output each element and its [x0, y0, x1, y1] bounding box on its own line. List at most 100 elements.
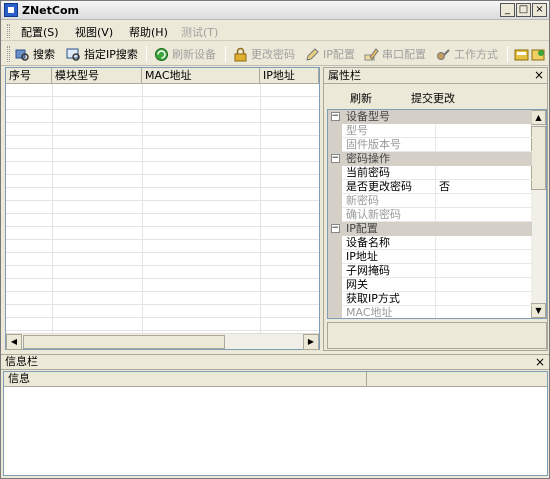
property-vertical-scrollbar[interactable]: ▲ ▼ — [531, 110, 546, 318]
property-value[interactable] — [436, 124, 532, 138]
property-value[interactable] — [436, 264, 532, 278]
property-value[interactable] — [436, 250, 532, 264]
save-button[interactable] — [514, 46, 529, 62]
serial-config-button[interactable]: 串口配置 — [364, 46, 426, 62]
menu-config[interactable]: 配置(S) — [21, 24, 59, 40]
property-name: IP地址 — [342, 250, 436, 264]
horizontal-scrollbar[interactable]: ◀ ▶ — [6, 333, 319, 350]
info-list[interactable]: 信息 — [3, 371, 548, 476]
column-header-info[interactable]: 信息 — [4, 372, 367, 387]
property-row[interactable]: 确认新密码 — [328, 208, 532, 222]
collapse-icon[interactable]: − — [328, 152, 342, 166]
menu-grip[interactable] — [7, 24, 10, 38]
minimize-button[interactable]: _ — [500, 3, 515, 17]
property-row[interactable]: 型号 — [328, 124, 532, 138]
property-grid[interactable]: ▲ ▼ − 设备型号 型号 固件版本号 − 密码操作 当前密码 是否更改密码否新密码 确认新密码… — [327, 109, 547, 319]
collapse-icon[interactable]: − — [328, 222, 342, 236]
maximize-button[interactable]: □ — [516, 3, 531, 17]
close-button[interactable]: × — [532, 3, 547, 17]
scroll-left-button[interactable]: ◀ — [6, 334, 22, 350]
ip-config-button[interactable]: IP配置 — [305, 46, 355, 62]
export-icon — [531, 47, 546, 62]
property-row[interactable]: 当前密码 — [328, 166, 532, 180]
ip-config-label: IP配置 — [323, 48, 355, 61]
change-password-button[interactable]: 更改密码 — [233, 46, 295, 62]
refresh-device-label: 刷新设备 — [172, 48, 216, 61]
column-header-ip[interactable]: IP地址 — [260, 68, 319, 84]
scroll-down-button[interactable]: ▼ — [531, 303, 546, 318]
property-name: 当前密码 — [342, 166, 436, 180]
property-name: 设备名称 — [342, 236, 436, 250]
property-row[interactable]: 子网掩码 — [328, 264, 532, 278]
window-title: ZNetCom — [22, 4, 79, 17]
device-list[interactable]: 序号 模块型号 MAC地址 IP地址 ◀ ▶ — [5, 67, 320, 350]
app-icon — [4, 3, 18, 17]
info-list-header: 信息 — [4, 372, 547, 387]
property-category[interactable]: − 设备型号 — [328, 110, 532, 124]
property-name: 网关 — [342, 278, 436, 292]
app-window: ZNetCom _ □ × 配置(S) 视图(V) 帮助(H) 测试(T) 搜索… — [0, 0, 550, 479]
submit-changes-button[interactable]: 提交更改 — [411, 90, 455, 106]
menu-view[interactable]: 视图(V) — [75, 24, 113, 40]
column-header-model[interactable]: 模块型号 — [52, 68, 142, 84]
work-mode-label: 工作方式 — [454, 48, 498, 61]
search-button[interactable]: 搜索 — [15, 46, 55, 62]
column-header-extra[interactable] — [367, 372, 547, 387]
refresh-device-button[interactable]: 刷新设备 — [154, 46, 216, 62]
property-gutter — [328, 250, 342, 264]
property-gutter — [328, 278, 342, 292]
toolbar-separator — [507, 46, 508, 62]
device-list-header: 序号 模块型号 MAC地址 IP地址 — [6, 68, 319, 84]
property-row[interactable]: IP地址 — [328, 250, 532, 264]
property-row[interactable]: 网关 — [328, 278, 532, 292]
property-name: 获取IP方式 — [342, 292, 436, 306]
info-close-icon[interactable]: × — [535, 355, 545, 370]
refresh-button[interactable]: 刷新 — [350, 90, 372, 106]
property-row[interactable]: 获取IP方式 — [328, 292, 532, 306]
property-value[interactable]: 否 — [436, 180, 532, 194]
property-row[interactable]: 设备名称 — [328, 236, 532, 250]
property-gutter — [328, 236, 342, 250]
property-category[interactable]: − IP配置 — [328, 222, 532, 236]
property-value[interactable] — [436, 292, 532, 306]
property-gutter — [328, 138, 342, 152]
property-value[interactable] — [436, 138, 532, 152]
scroll-thumb[interactable] — [531, 126, 546, 190]
properties-close-icon[interactable]: × — [534, 68, 544, 83]
change-password-label: 更改密码 — [251, 48, 295, 61]
property-row[interactable]: 固件版本号 — [328, 138, 532, 152]
property-row[interactable]: MAC地址 — [328, 306, 532, 318]
property-gutter — [328, 124, 342, 138]
property-name: 设备型号 — [346, 110, 390, 123]
property-value[interactable] — [436, 208, 532, 222]
property-name: 固件版本号 — [342, 138, 436, 152]
property-row[interactable]: 新密码 — [328, 194, 532, 208]
property-value[interactable] — [436, 166, 532, 180]
scroll-right-button[interactable]: ▶ — [303, 334, 319, 350]
menu-help[interactable]: 帮助(H) — [129, 24, 168, 40]
property-value[interactable] — [436, 278, 532, 292]
property-row[interactable]: 是否更改密码否 — [328, 180, 532, 194]
title-bar[interactable]: ZNetCom _ □ × — [1, 1, 549, 20]
property-category[interactable]: − 密码操作 — [328, 152, 532, 166]
property-name: IP配置 — [346, 222, 378, 235]
menu-test[interactable]: 测试(T) — [181, 24, 218, 40]
toolbar-grip[interactable] — [7, 46, 10, 62]
export-button[interactable] — [531, 46, 546, 62]
menu-bar: 配置(S) 视图(V) 帮助(H) 测试(T) — [1, 21, 549, 41]
collapse-icon[interactable]: − — [328, 110, 342, 124]
grid-divider — [260, 84, 261, 333]
property-name: 型号 — [342, 124, 436, 138]
work-mode-button[interactable]: 工作方式 — [436, 46, 498, 62]
property-value[interactable] — [436, 194, 532, 208]
ip-search-button[interactable]: 指定IP搜索 — [66, 46, 138, 62]
scroll-up-button[interactable]: ▲ — [531, 110, 546, 125]
property-value[interactable] — [436, 236, 532, 250]
scroll-thumb[interactable] — [23, 335, 225, 349]
refresh-icon — [154, 47, 169, 62]
property-value[interactable] — [436, 306, 532, 318]
property-gutter — [328, 180, 342, 194]
column-header-mac[interactable]: MAC地址 — [142, 68, 260, 84]
column-header-index[interactable]: 序号 — [6, 68, 52, 84]
property-gutter — [328, 264, 342, 278]
